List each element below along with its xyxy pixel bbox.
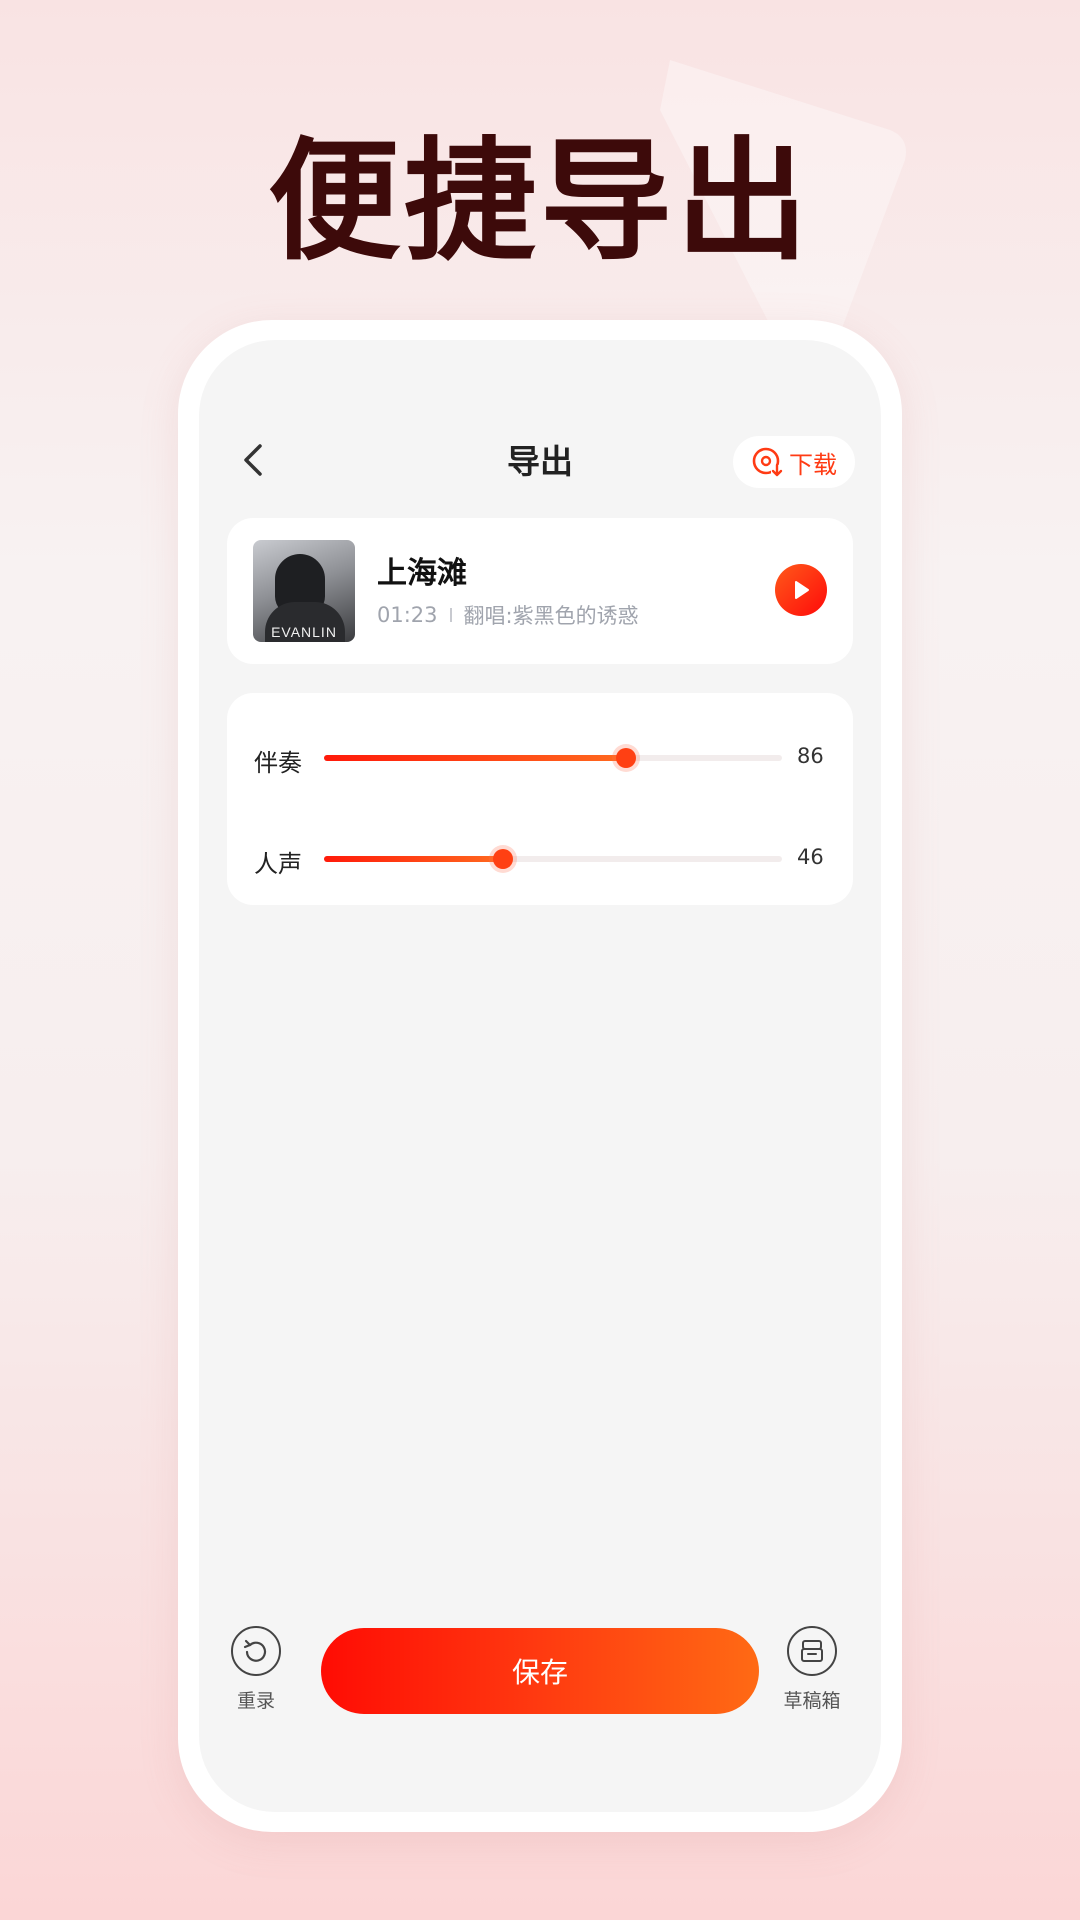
drafts-label: 草稿箱 — [783, 1690, 841, 1712]
drafts-icon-circle — [787, 1626, 837, 1676]
save-button[interactable]: 保存 — [321, 1628, 759, 1714]
song-title: 上海滩 — [377, 556, 467, 591]
retake-label: 重录 — [236, 1690, 275, 1712]
mix-card: 伴奏 86 人声 46 — [227, 693, 853, 905]
accompaniment-value: 86 — [797, 744, 824, 768]
download-button[interactable]: 下载 — [733, 436, 855, 488]
song-card: EVANLIN 上海滩 01:23 翻唱:紫黑色的诱惑 — [227, 518, 853, 664]
accompaniment-label: 伴奏 — [254, 749, 302, 777]
accompaniment-slider-fill — [324, 755, 627, 761]
accompaniment-row: 伴奏 86 — [227, 737, 853, 777]
song-duration: 01:23 — [377, 603, 438, 627]
drafts-box-icon — [801, 1640, 823, 1662]
undo-icon — [243, 1639, 267, 1662]
drafts-button[interactable]: 草稿箱 — [772, 1626, 852, 1713]
vocal-row: 人声 46 — [227, 838, 853, 878]
meta-divider — [449, 608, 452, 622]
song-cover-artist: 翻唱:紫黑色的诱惑 — [463, 604, 639, 628]
download-label: 下载 — [789, 450, 837, 479]
vocal-label: 人声 — [254, 850, 302, 878]
promo-headline: 便捷导出 — [268, 125, 812, 279]
song-meta: 01:23 翻唱:紫黑色的诱惑 — [377, 600, 639, 630]
vocal-slider[interactable] — [324, 849, 782, 869]
accompaniment-slider[interactable] — [324, 748, 782, 768]
retake-button[interactable]: 重录 — [216, 1626, 296, 1713]
album-cover: EVANLIN — [253, 540, 355, 642]
phone-screen: 导出 下载 EVANLIN 上海滩 01:23 翻唱:紫黑色的诱惑 伴奏 86 … — [199, 340, 881, 1812]
vocal-slider-handle[interactable] — [492, 849, 513, 869]
retake-icon-circle — [231, 1626, 281, 1676]
vocal-slider-fill — [324, 856, 503, 862]
play-icon — [795, 581, 809, 599]
cover-caption: EVANLIN — [271, 624, 337, 640]
accompaniment-slider-handle[interactable] — [616, 748, 637, 768]
play-button[interactable] — [775, 564, 827, 616]
download-disc-icon — [752, 447, 783, 478]
vocal-value: 46 — [797, 845, 824, 869]
